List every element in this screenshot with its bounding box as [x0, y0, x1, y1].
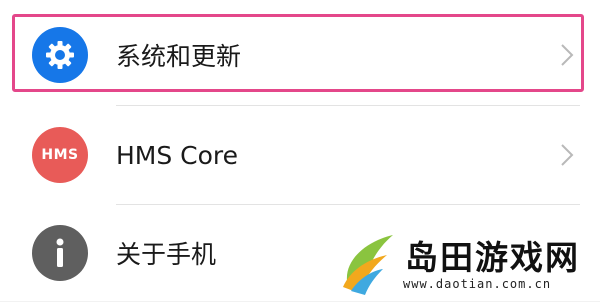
chevron-right-icon	[561, 144, 574, 166]
menu-item-label: 系统和更新	[116, 42, 242, 71]
menu-item-system-update[interactable]: 系统和更新	[0, 6, 600, 104]
info-icon	[32, 225, 88, 281]
menu-item-label: 关于手机	[116, 240, 217, 269]
hms-logo-icon: HMS	[32, 127, 88, 183]
chevron-right-icon	[561, 44, 574, 66]
watermark: 岛田游戏网 www.daotian.com.cn	[337, 229, 592, 299]
watermark-logo-icon	[343, 235, 393, 295]
watermark-text: 岛田游戏网	[405, 238, 580, 277]
menu-item-hms-core[interactable]: HMS HMS Core	[0, 106, 600, 204]
menu-item-label: HMS Core	[116, 140, 239, 170]
watermark-url: www.daotian.com.cn	[403, 277, 552, 291]
settings-gear-icon	[32, 27, 88, 83]
